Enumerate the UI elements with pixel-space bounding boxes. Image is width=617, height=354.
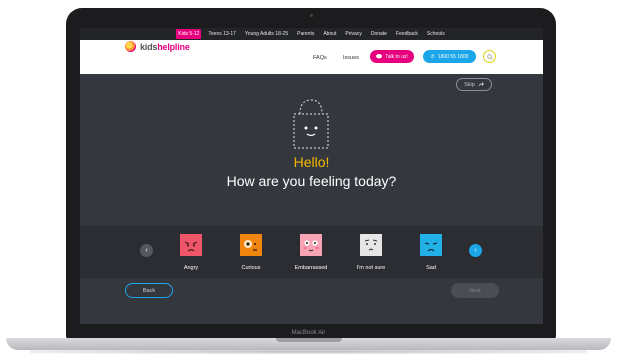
mood-label: Sad <box>426 265 436 271</box>
logo-kids: kids <box>140 41 158 52</box>
chat-icon <box>376 54 383 59</box>
nav-kids[interactable]: Kids 5-12 <box>176 29 202 39</box>
kids-helpline-logo[interactable]: kidshelpline <box>125 41 190 52</box>
mood-label: Embarrassed <box>294 265 328 271</box>
next-moods-button[interactable]: › <box>469 244 482 257</box>
device-label: MacBook Air <box>291 330 326 336</box>
logo-helpline: helpline <box>157 41 190 52</box>
chevron-right-icon: › <box>474 247 477 254</box>
laptop-screen: Kids 5-12 Teens 13-17 Young Adults 18-25… <box>80 28 543 324</box>
feeling-question: How are you feeling today? <box>226 173 397 189</box>
mood-sad[interactable]: Sad <box>401 234 461 271</box>
issues-link[interactable]: Issues <box>343 55 359 61</box>
talk-to-us-button[interactable]: Talk to us! <box>370 50 414 63</box>
mood-label: I'm not sure <box>356 265 386 271</box>
search-icon <box>486 53 493 60</box>
talk-label: Talk to us! <box>385 53 408 60</box>
sad-face-icon <box>420 234 442 256</box>
nav-schools[interactable]: Schools <box>425 29 447 39</box>
curious-face-icon <box>240 234 262 256</box>
nav-privacy[interactable]: Privacy <box>343 29 363 39</box>
mascot-outline-icon <box>293 99 329 149</box>
skip-button[interactable]: Skip <box>456 78 492 91</box>
mood-label: Angry <box>183 265 199 271</box>
angry-face-icon <box>180 234 202 256</box>
phone-label: 1800 55 1800 <box>437 53 469 60</box>
faqs-link[interactable]: FAQs <box>313 55 327 61</box>
nav-young-adults[interactable]: Young Adults 18-25 <box>243 29 290 39</box>
embarrassed-face-icon <box>300 234 322 256</box>
unsure-face-icon <box>360 234 382 256</box>
mood-curious[interactable]: Curious <box>221 234 281 271</box>
previous-moods-button[interactable]: ‹ <box>140 244 153 257</box>
nav-about[interactable]: About <box>321 29 338 39</box>
greeting-heading: Hello! <box>293 154 330 170</box>
chevron-left-icon: ‹ <box>145 247 148 254</box>
nav-donate[interactable]: Donate <box>369 29 389 39</box>
phone-button[interactable]: ✆ 1800 55 1800 <box>423 50 476 63</box>
nav-feedback[interactable]: Feedback <box>394 29 420 39</box>
logo-sun-icon <box>125 41 136 52</box>
logo-text: kidshelpline <box>140 42 190 52</box>
audience-nav: Kids 5-12 Teens 13-17 Young Adults 18-25… <box>80 28 543 40</box>
mood-angry[interactable]: Angry <box>161 234 221 271</box>
nav-teens[interactable]: Teens 13-17 <box>206 29 238 39</box>
next-button[interactable]: Next <box>451 283 499 298</box>
share-arrow-icon <box>478 82 484 87</box>
skip-label: Skip <box>464 81 475 88</box>
camera-icon <box>310 14 313 17</box>
back-button[interactable]: Back <box>125 283 173 298</box>
mood-not-sure[interactable]: I'm not sure <box>341 234 401 271</box>
search-button[interactable] <box>483 50 496 63</box>
phone-icon: ✆ <box>430 53 435 60</box>
mood-embarrassed[interactable]: Embarrassed <box>281 234 341 271</box>
nav-parents[interactable]: Parents <box>295 29 316 39</box>
mood-label: Curious <box>241 265 261 271</box>
laptop-notch <box>276 338 342 342</box>
